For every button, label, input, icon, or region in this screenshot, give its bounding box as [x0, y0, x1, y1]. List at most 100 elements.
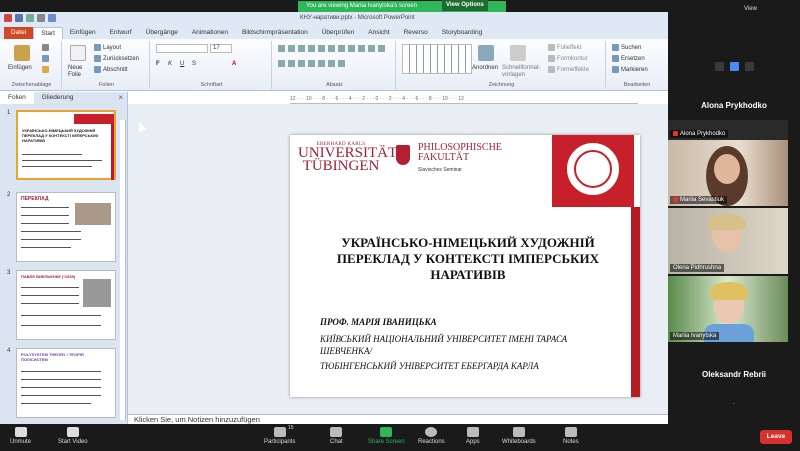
- start-video-button[interactable]: Start Video: [58, 427, 88, 445]
- select-button[interactable]: Markieren: [612, 66, 648, 73]
- strip-view-icon[interactable]: [729, 62, 739, 71]
- title-bar: КНУ-наративи.pptx - Microsoft PowerPoint: [0, 12, 668, 26]
- tab-slides[interactable]: Folien: [0, 92, 34, 104]
- thumb-line: [21, 231, 81, 232]
- find-button[interactable]: Suchen: [612, 44, 641, 51]
- copy-icon[interactable]: [42, 55, 51, 62]
- gallery-view-icon[interactable]: [744, 62, 754, 71]
- ribbon: Einfügen Zwischenablage Neue Folie Layou…: [0, 39, 668, 91]
- font-name-select[interactable]: [156, 44, 208, 53]
- new-slide-button[interactable]: Neue Folie: [68, 65, 82, 79]
- tab-review[interactable]: Überprüfen: [315, 27, 362, 39]
- tab-storyboarding[interactable]: Storyboarding: [435, 27, 489, 39]
- layout-button[interactable]: Layout: [94, 44, 121, 51]
- strikethrough-icon[interactable]: S: [192, 61, 196, 67]
- arrange-button[interactable]: Anordnen: [472, 65, 498, 71]
- share-screen-icon: [380, 427, 393, 437]
- paste-icon[interactable]: [14, 45, 30, 61]
- font-group: 17 F K U S A Schriftart: [152, 41, 272, 89]
- start-video-label: Start Video: [58, 439, 88, 445]
- close-icon[interactable]: ×: [118, 93, 123, 102]
- replace-button[interactable]: Ersetzen: [612, 55, 645, 62]
- thumb-preview: УКРАЇНСЬКО-НІМЕЦЬКИЙ ХУДОЖНІЙ ПЕРЕКЛАД У…: [16, 110, 116, 180]
- thumb-line: [21, 247, 71, 248]
- chat-icon: [330, 427, 343, 437]
- apps-label: Apps: [466, 439, 480, 445]
- reset-button[interactable]: Zurücksetzen: [94, 55, 139, 62]
- panel-scroll-indicator[interactable]: ⌄: [668, 400, 800, 406]
- outline-button[interactable]: Formkontur: [548, 55, 588, 62]
- quick-styles-icon[interactable]: [510, 45, 526, 61]
- underline-icon[interactable]: U: [180, 61, 184, 67]
- participant-hair: [708, 214, 746, 230]
- tab-design[interactable]: Entwurf: [103, 27, 139, 39]
- participant-tile[interactable]: Mariia Ivanytska: [668, 276, 788, 342]
- apps-button[interactable]: Apps: [466, 427, 480, 445]
- layout-label: Layout: [103, 45, 122, 52]
- whiteboards-button[interactable]: Whiteboards: [502, 427, 536, 445]
- bold-icon[interactable]: F: [156, 61, 160, 67]
- format-painter-icon[interactable]: [42, 66, 51, 73]
- tab-reverso[interactable]: Reverso: [397, 27, 435, 39]
- tab-file[interactable]: Datei: [4, 27, 34, 39]
- thumb-number: 4: [7, 348, 11, 354]
- seal-inner-ring: [574, 150, 612, 188]
- font-color-icon[interactable]: A: [232, 61, 236, 67]
- tab-slideshow[interactable]: Bildschirmpräsentation: [235, 27, 315, 39]
- notes-field[interactable]: Klicken Sie, um Notizen hinzuzufügen: [128, 414, 668, 424]
- chat-button[interactable]: Chat: [330, 427, 343, 445]
- tab-view[interactable]: Ansicht: [361, 27, 396, 39]
- participant-label: Mariia Sevastiuk: [670, 195, 728, 204]
- tab-outline[interactable]: Gliederung: [34, 92, 82, 104]
- notes-button[interactable]: Notes: [563, 427, 579, 445]
- unmute-button[interactable]: Unmute: [10, 427, 31, 445]
- university-seal: [552, 135, 634, 207]
- reactions-button[interactable]: Reactions: [418, 427, 445, 445]
- leave-button[interactable]: Leave: [760, 430, 792, 444]
- paragraph-label: Absatz: [326, 82, 343, 88]
- shapes-gallery[interactable]: [402, 44, 472, 74]
- ppt-app-icon[interactable]: [4, 14, 12, 22]
- cut-icon[interactable]: [42, 44, 51, 51]
- paste-button[interactable]: Einfügen: [8, 65, 32, 71]
- thumb-number: 3: [7, 270, 11, 276]
- effects-button[interactable]: Formeffekte: [548, 66, 589, 73]
- view-options-button[interactable]: View Options: [442, 0, 488, 11]
- thumb-line: [21, 379, 101, 380]
- thumb-title: ПАВЛЕ ВИЕЛЬЕНКЕ (*1939): [21, 274, 76, 279]
- unmute-label: Unmute: [10, 439, 32, 445]
- microphone-off-icon: [14, 427, 27, 437]
- font-size-select[interactable]: 17: [210, 44, 232, 53]
- quick-styles-button[interactable]: Schnellformat- vorlagen: [502, 65, 541, 79]
- present-icon[interactable]: [48, 14, 56, 22]
- align-icons[interactable]: [278, 60, 348, 67]
- new-slide-icon[interactable]: [70, 45, 86, 61]
- slide-workspace: EBERHARD KARLS UNIVERSITÄT TÜBINGEN PHIL…: [128, 104, 668, 414]
- participants-panel: Alona Prykhodko Alona Prykhodko Mariia S…: [668, 12, 800, 424]
- redo-icon[interactable]: [37, 14, 45, 22]
- participant-label: Alona Prykhodko: [670, 129, 729, 138]
- thumb-line: [21, 295, 79, 296]
- arrange-icon[interactable]: [478, 45, 494, 61]
- participant-tile[interactable]: Mariia Sevastiuk: [668, 140, 788, 206]
- speaker-view-icon[interactable]: [714, 62, 724, 71]
- fill-button[interactable]: Fülleffekt: [548, 44, 581, 51]
- tab-animations[interactable]: Animationen: [185, 27, 235, 39]
- tab-insert[interactable]: Einfügen: [63, 27, 103, 39]
- tuebingen-logo: EBERHARD KARLS UNIVERSITÄT TÜBINGEN: [298, 142, 398, 174]
- slide-author: ПРОФ. МАРІЯ ІВАНИЦЬКА: [320, 317, 437, 327]
- section-button[interactable]: Abschnitt: [94, 66, 128, 73]
- undo-icon[interactable]: [26, 14, 34, 22]
- replace-icon: [612, 55, 619, 62]
- italic-icon[interactable]: K: [168, 61, 172, 67]
- participant-tile[interactable]: Alona Prykhodko: [668, 120, 788, 140]
- tab-transitions[interactable]: Übergänge: [139, 27, 185, 39]
- participant-name: Olena Pidhrushna: [673, 265, 722, 271]
- tab-home[interactable]: Start: [33, 27, 63, 39]
- logo-big-text: UNIVERSITÄT TÜBINGEN: [298, 145, 398, 174]
- paragraph-list-icons[interactable]: [278, 45, 388, 52]
- save-icon[interactable]: [15, 14, 23, 22]
- participant-tile[interactable]: Olena Pidhrushna: [668, 208, 788, 274]
- share-screen-button[interactable]: Share Screen: [368, 427, 405, 445]
- whiteboards-label: Whiteboards: [502, 439, 536, 445]
